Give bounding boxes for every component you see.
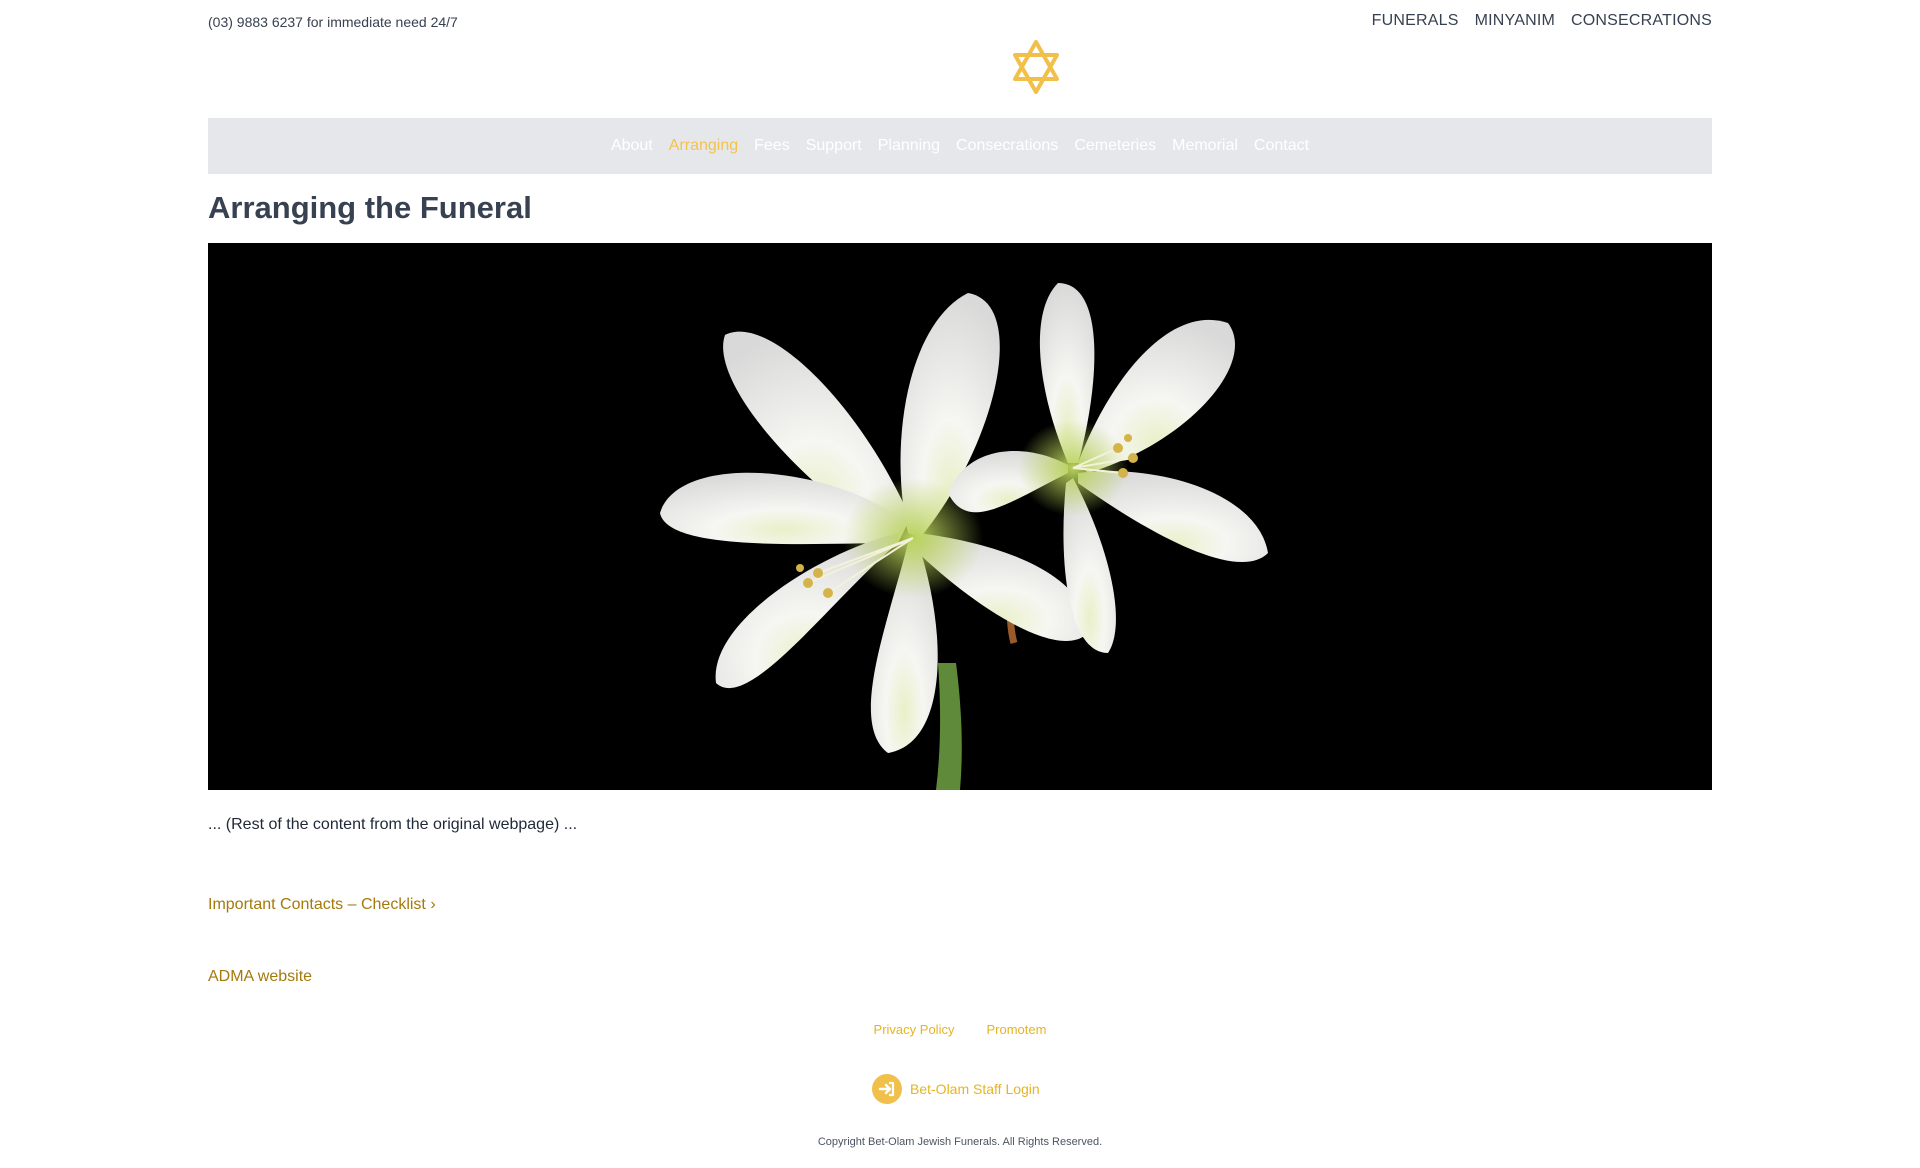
sign-in-icon (872, 1074, 902, 1104)
copyright-text: Copyright Bet-Olam Jewish Funerals. All … (817, 1136, 1103, 1148)
hero-lily-image (208, 243, 1712, 790)
privacy-policy-link[interactable]: Privacy Policy (874, 1022, 955, 1037)
footer-links: Privacy Policy Promotem (0, 1022, 1920, 1037)
top-link-minyanim[interactable]: MINYANIM (1475, 12, 1555, 30)
nav-fees[interactable]: Fees (754, 137, 790, 155)
nav-planning[interactable]: Planning (878, 137, 940, 155)
page-title: Arranging the Funeral (208, 190, 532, 225)
star-of-david-icon[interactable] (1012, 40, 1060, 94)
important-contacts-checklist-link[interactable]: Important Contacts – Checklist › (208, 896, 436, 914)
top-links: FUNERALS MINYANIM CONSECRATIONS (1372, 12, 1712, 30)
main-navigation: About Arranging Fees Support Planning Co… (208, 118, 1712, 174)
top-utility-bar: (03) 9883 6237 for immediate need 24/7 F… (208, 12, 1712, 40)
page-body-text: ... (Rest of the content from the origin… (208, 816, 578, 833)
emergency-phone-text: (03) 9883 6237 for immediate need 24/7 (208, 14, 458, 30)
nav-arranging[interactable]: Arranging (669, 137, 738, 155)
staff-login-link[interactable]: Bet-Olam Staff Login (872, 1074, 1040, 1104)
page: (03) 9883 6237 for immediate need 24/7 F… (0, 0, 1920, 1168)
nav-contact[interactable]: Contact (1254, 137, 1309, 155)
nav-about[interactable]: About (611, 137, 653, 155)
nav-cemeteries[interactable]: Cemeteries (1074, 137, 1156, 155)
adma-website-link[interactable]: ADMA website (208, 968, 312, 986)
staff-login-label: Bet-Olam Staff Login (910, 1081, 1040, 1097)
nav-support[interactable]: Support (806, 137, 862, 155)
top-link-funerals[interactable]: FUNERALS (1372, 12, 1459, 30)
nav-memorial[interactable]: Memorial (1172, 137, 1238, 155)
nav-consecrations[interactable]: Consecrations (956, 137, 1058, 155)
promotem-link[interactable]: Promotem (986, 1022, 1046, 1037)
top-link-consecrations[interactable]: CONSECRATIONS (1571, 12, 1712, 30)
